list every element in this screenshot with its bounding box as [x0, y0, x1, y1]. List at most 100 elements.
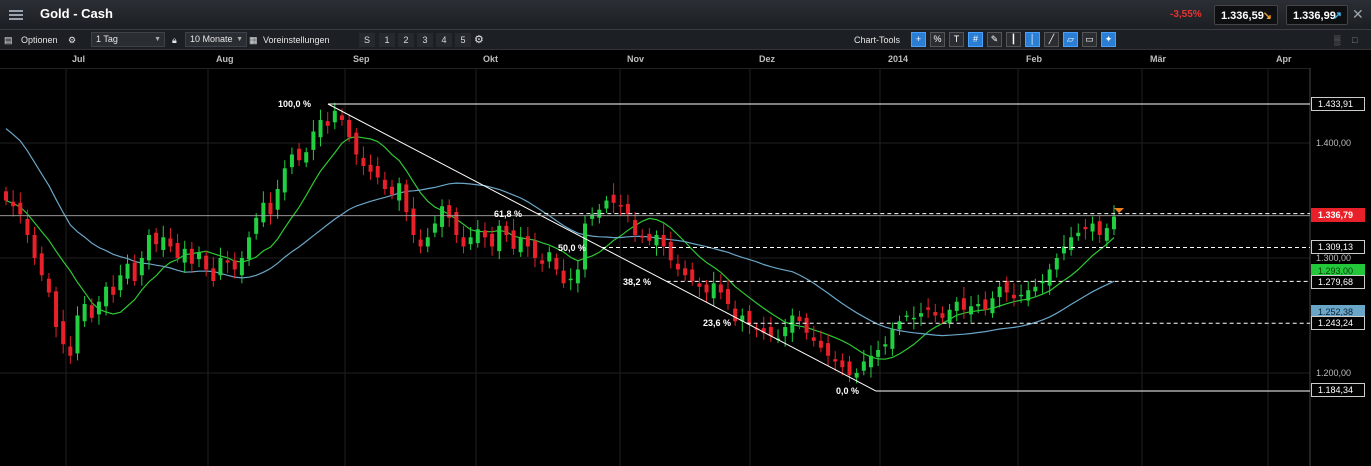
candle-body: [468, 237, 473, 245]
candle-body: [683, 268, 688, 276]
candle-body: [390, 186, 395, 195]
fib-label-100: 100,0 %: [278, 99, 312, 109]
candle-body: [926, 307, 931, 310]
candle-body: [633, 220, 638, 235]
candle-body: [918, 313, 923, 317]
candle-body: [1004, 281, 1009, 293]
candle-body: [118, 275, 123, 291]
candle-body: [997, 286, 1002, 298]
candle-body: [540, 260, 545, 264]
level-0-tag: 1.184,34: [1311, 383, 1365, 397]
candle-body: [325, 121, 330, 126]
candle-body: [189, 248, 194, 264]
candle-body: [625, 203, 630, 215]
candle-body: [675, 263, 680, 270]
candle-body: [511, 230, 516, 249]
candle-body: [275, 189, 280, 210]
candle-body: [425, 237, 430, 247]
candle-body: [904, 315, 909, 317]
fib-label-618: 61,8 %: [494, 209, 523, 219]
fib-label-0: 0,0 %: [836, 386, 860, 396]
candle-body: [54, 291, 59, 327]
candle-body: [4, 191, 8, 201]
candle-body: [18, 202, 23, 215]
candle-body: [933, 312, 938, 316]
candle-body: [204, 255, 209, 270]
candle-body: [1090, 223, 1095, 232]
candle-body: [604, 200, 609, 209]
level-236-tag: 1.243,24: [1311, 316, 1365, 330]
candle-body: [661, 235, 666, 247]
candle-body: [647, 233, 652, 241]
candle-body: [282, 168, 287, 193]
candle-body: [1019, 294, 1024, 297]
candle-body: [575, 269, 580, 284]
candle-body: [361, 157, 366, 166]
candle-body: [304, 152, 309, 163]
current-price-tag: 1.336,79: [1311, 208, 1365, 222]
candle-body: [404, 184, 409, 212]
y-label-1200: 1.200,00: [1316, 368, 1352, 378]
candle-body: [990, 298, 995, 314]
level-500-tag: 1.279,68: [1311, 275, 1365, 289]
candle-body: [1083, 226, 1088, 230]
candle-body: [440, 206, 445, 227]
candle-body: [704, 284, 709, 293]
candle-body: [332, 110, 337, 123]
candle-body: [883, 344, 888, 347]
candle-body: [747, 310, 752, 325]
candle-body: [504, 225, 509, 235]
candle-body: [711, 283, 716, 299]
candle-body: [289, 154, 294, 168]
candle-body: [783, 327, 788, 337]
candle-body: [397, 183, 402, 201]
fib-label-500: 50,0 %: [558, 243, 587, 253]
candle-body: [411, 208, 416, 235]
candle-body: [983, 299, 988, 310]
candle-body: [911, 317, 916, 320]
candle-body: [239, 258, 244, 276]
candle-body: [1112, 216, 1116, 230]
candle-body: [347, 120, 352, 138]
candle-body: [168, 238, 173, 247]
y-label-1300: 1.300,00: [1316, 253, 1352, 263]
candle-body: [104, 286, 109, 307]
candle-body: [232, 260, 237, 270]
current-price-marker: [1114, 208, 1124, 213]
candle-body: [640, 236, 645, 238]
candle-body: [32, 235, 37, 258]
candle-body: [654, 235, 659, 246]
candle-body: [154, 232, 159, 245]
candle-body: [826, 343, 831, 356]
candle-body: [847, 361, 852, 376]
candle-body: [490, 233, 495, 247]
candle-body: [890, 329, 895, 349]
candle-body: [554, 258, 559, 270]
candle-body: [833, 359, 838, 362]
candle-body: [547, 252, 552, 262]
fibonacci-retracement: [0, 103, 1310, 392]
price-chart[interactable]: [0, 0, 1371, 466]
candle-body: [82, 304, 87, 322]
candle-body: [725, 289, 730, 304]
candle-body: [1069, 237, 1074, 250]
candle-body: [818, 340, 823, 348]
candle-body: [1104, 228, 1109, 241]
candle-body: [897, 321, 902, 330]
candle-body: [961, 298, 966, 310]
chart-grid: [0, 68, 1310, 466]
candle-body: [68, 346, 73, 356]
candle-body: [132, 262, 137, 281]
candle-body: [868, 355, 873, 368]
candle-body: [497, 225, 502, 252]
candle-body: [532, 240, 537, 258]
candle-body: [668, 241, 673, 261]
candle-body: [482, 230, 487, 238]
fib-label-236: 23,6 %: [703, 318, 732, 328]
candle-body: [1076, 232, 1081, 237]
level-100-tag: 1.433,91: [1311, 97, 1365, 111]
candle-body: [861, 361, 866, 371]
candle-body: [75, 315, 80, 354]
candle-body: [418, 239, 423, 247]
candle-body: [969, 306, 974, 315]
